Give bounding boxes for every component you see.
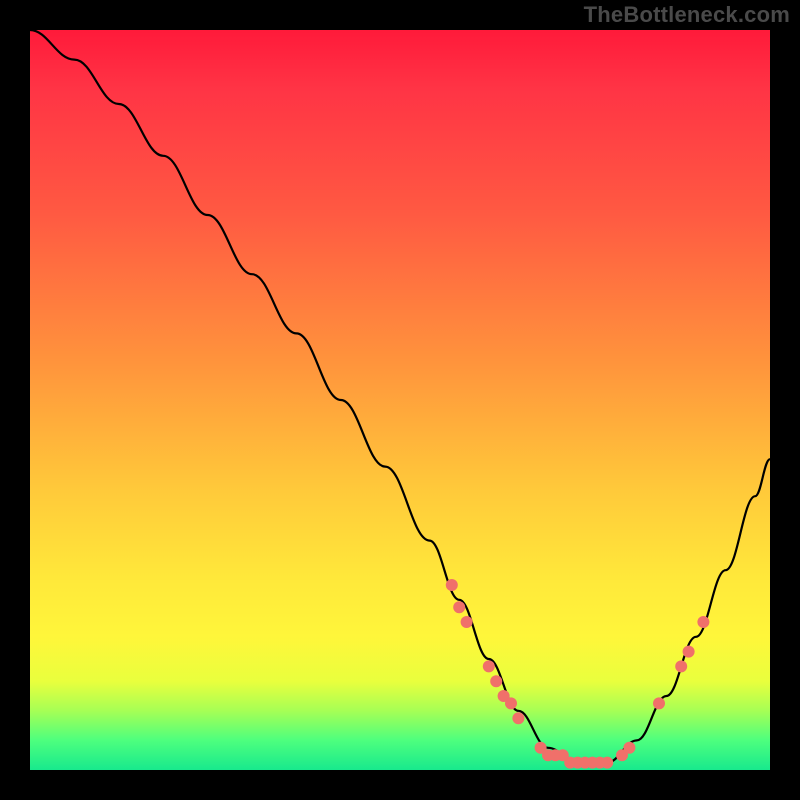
data-marker xyxy=(446,579,458,591)
chart-markers xyxy=(446,579,710,769)
data-marker xyxy=(623,742,635,754)
data-marker xyxy=(683,646,695,658)
data-marker xyxy=(653,697,665,709)
data-marker xyxy=(675,660,687,672)
attribution-text: TheBottleneck.com xyxy=(584,2,790,28)
data-marker xyxy=(461,616,473,628)
data-marker xyxy=(483,660,495,672)
bottleneck-curve xyxy=(30,30,770,763)
data-marker xyxy=(697,616,709,628)
data-marker xyxy=(601,757,613,769)
plot-area xyxy=(30,30,770,770)
data-marker xyxy=(490,675,502,687)
data-marker xyxy=(505,697,517,709)
data-marker xyxy=(453,601,465,613)
chart-svg xyxy=(30,30,770,770)
data-marker xyxy=(512,712,524,724)
chart-container: TheBottleneck.com xyxy=(0,0,800,800)
